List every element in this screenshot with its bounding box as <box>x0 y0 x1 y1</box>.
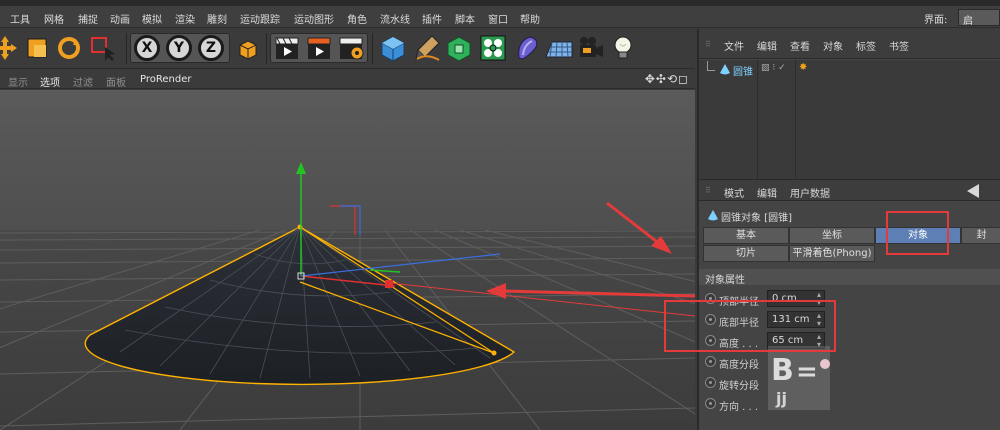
tree-line <box>707 61 715 71</box>
section-object-properties: 对象属性 <box>699 269 1000 286</box>
prop-label: 方向 . . . <box>719 402 759 413</box>
object-menu-bookmarks[interactable]: 书签 <box>889 38 909 53</box>
menu-pipeline[interactable]: 流水线 <box>380 11 410 26</box>
grip-icon[interactable]: ⠿ <box>705 186 715 195</box>
move-icon[interactable] <box>0 33 20 63</box>
object-name[interactable]: 圆锥 <box>733 63 753 78</box>
object-manager-header: ⠿ 文件 编辑 查看 对象 标签 书签 <box>699 29 1000 59</box>
object-title: 圆锥对象 [圆锥] <box>721 213 792 224</box>
pen-icon[interactable] <box>412 33 442 63</box>
menu-animate[interactable]: 动画 <box>110 11 130 26</box>
annotation-highlight-object-tab <box>886 211 949 255</box>
back-arrow-icon[interactable] <box>967 184 979 198</box>
floor-icon[interactable] <box>544 33 574 63</box>
column-divider <box>795 60 796 180</box>
object-menu-edit[interactable]: 编辑 <box>757 38 777 53</box>
attribute-menu-mode[interactable]: 模式 <box>724 185 744 200</box>
x-axis-icon[interactable]: X <box>134 35 160 61</box>
coordinate-system-icon[interactable] <box>232 33 262 63</box>
menu-character[interactable]: 角色 <box>347 11 367 26</box>
viewport-menu-panel[interactable]: 面板 <box>106 74 126 89</box>
menu-window[interactable]: 窗口 <box>488 11 508 26</box>
menu-bar: 工具 网格 捕捉 动画 模拟 渲染 雕刻 运动跟踪 运动图形 角色 流水线 插件… <box>0 6 1000 28</box>
toolbar-separator <box>126 33 127 64</box>
menu-plugins[interactable]: 插件 <box>422 11 442 26</box>
menu-motion-tracking[interactable]: 运动跟踪 <box>240 11 280 26</box>
viewport-menu-display[interactable]: 显示 <box>8 74 28 89</box>
camera-icon[interactable] <box>576 33 606 63</box>
subdivision-icon[interactable] <box>444 33 474 63</box>
render-view-icon[interactable] <box>272 33 302 63</box>
viewport-menu-options[interactable]: 选项 <box>40 74 60 89</box>
object-menu-file[interactable]: 文件 <box>724 38 744 53</box>
attribute-menu-edit[interactable]: 编辑 <box>757 185 777 200</box>
mograph-cloner-icon[interactable] <box>478 33 508 63</box>
render-settings-icon[interactable] <box>336 33 366 63</box>
visibility-icon[interactable]: ▨ ⁝ ✓ <box>761 63 786 73</box>
layout-select[interactable]: 启 <box>958 9 1000 27</box>
attribute-menu-userdata[interactable]: 用户数据 <box>790 185 830 200</box>
viewport-menu-prorender[interactable]: ProRender <box>140 74 191 85</box>
object-menu-view[interactable]: 查看 <box>790 38 810 53</box>
menu-simulate[interactable]: 模拟 <box>142 11 162 26</box>
object-row[interactable]: 圆锥 ▨ ⁝ ✓ ✸ <box>699 60 1000 78</box>
z-axis-icon[interactable]: Z <box>198 35 224 61</box>
object-menu-objects[interactable]: 对象 <box>823 38 843 53</box>
cone-object-icon <box>708 210 718 221</box>
svg-text:jj: jj <box>775 389 787 408</box>
animate-radio[interactable] <box>705 398 716 409</box>
right-panel: ⠿ 文件 编辑 查看 对象 标签 书签 圆锥 ▨ ⁝ ✓ ✸ ⠿ 模式 编辑 用… <box>697 29 1000 430</box>
light-icon[interactable] <box>608 33 638 63</box>
viewport-header: 显示 选项 过滤 面板 ProRender ✥✣⟲◻ <box>0 70 695 89</box>
toolbar-separator <box>266 33 267 64</box>
svg-text:B: B <box>771 353 794 388</box>
prop-height-segments: 高度分段 <box>705 353 995 371</box>
phong-tag-icon[interactable]: ✸ <box>799 62 807 73</box>
scale-icon[interactable] <box>22 33 52 63</box>
tab-coordinates[interactable]: 坐标 <box>789 227 875 244</box>
rotate-icon[interactable] <box>54 33 84 63</box>
deformer-icon[interactable] <box>512 33 542 63</box>
menu-help[interactable]: 帮助 <box>520 11 540 26</box>
menu-mesh[interactable]: 网格 <box>44 11 64 26</box>
animate-radio[interactable] <box>705 356 716 367</box>
layout-label: 界面: <box>924 15 948 26</box>
y-axis-icon[interactable]: Y <box>166 35 192 61</box>
3d-viewport[interactable] <box>0 90 695 430</box>
svg-text:=: = <box>796 357 818 387</box>
cube-icon[interactable] <box>378 33 408 63</box>
annotation-highlight-radius-fields <box>664 300 836 352</box>
cone-object-icon <box>720 64 730 75</box>
watermark-logo: B = jj <box>768 346 830 410</box>
menu-script[interactable]: 脚本 <box>455 11 475 26</box>
animate-radio[interactable] <box>705 377 716 388</box>
attributes-header: ⠿ 模式 编辑 用户数据 <box>699 179 1000 201</box>
tab-slice[interactable]: 切片 <box>703 245 789 262</box>
tab-phong[interactable]: 平滑着色(Phong) <box>789 245 875 262</box>
viewport-scene <box>0 90 695 430</box>
object-list: 圆锥 ▨ ⁝ ✓ ✸ <box>699 60 1000 180</box>
menu-sculpt[interactable]: 雕刻 <box>207 11 227 26</box>
prop-orientation: 方向 . . . <box>705 395 995 413</box>
menu-mograph[interactable]: 运动图形 <box>294 11 334 26</box>
menu-snap[interactable]: 捕捉 <box>78 11 98 26</box>
grip-icon[interactable]: ⠿ <box>705 40 715 49</box>
viewport-menu-filter[interactable]: 过滤 <box>73 74 93 89</box>
prop-label: 高度分段 <box>719 360 759 371</box>
main-toolbar: X Y Z <box>0 29 695 69</box>
toolbar-separator <box>372 33 373 64</box>
menu-render[interactable]: 渲染 <box>175 11 195 26</box>
menu-tools[interactable]: 工具 <box>10 11 30 26</box>
render-picture-viewer-icon[interactable] <box>304 33 334 63</box>
viewport-nav-icons[interactable]: ✥✣⟲◻ <box>645 72 689 86</box>
object-menu-tags[interactable]: 标签 <box>856 38 876 53</box>
prop-rotation-segments: 旋转分段 <box>705 374 995 392</box>
tab-basic[interactable]: 基本 <box>703 227 789 244</box>
column-divider <box>757 60 758 180</box>
select-icon[interactable] <box>88 33 118 63</box>
tab-caps[interactable]: 封 <box>961 227 1000 244</box>
prop-label: 旋转分段 <box>719 381 759 392</box>
